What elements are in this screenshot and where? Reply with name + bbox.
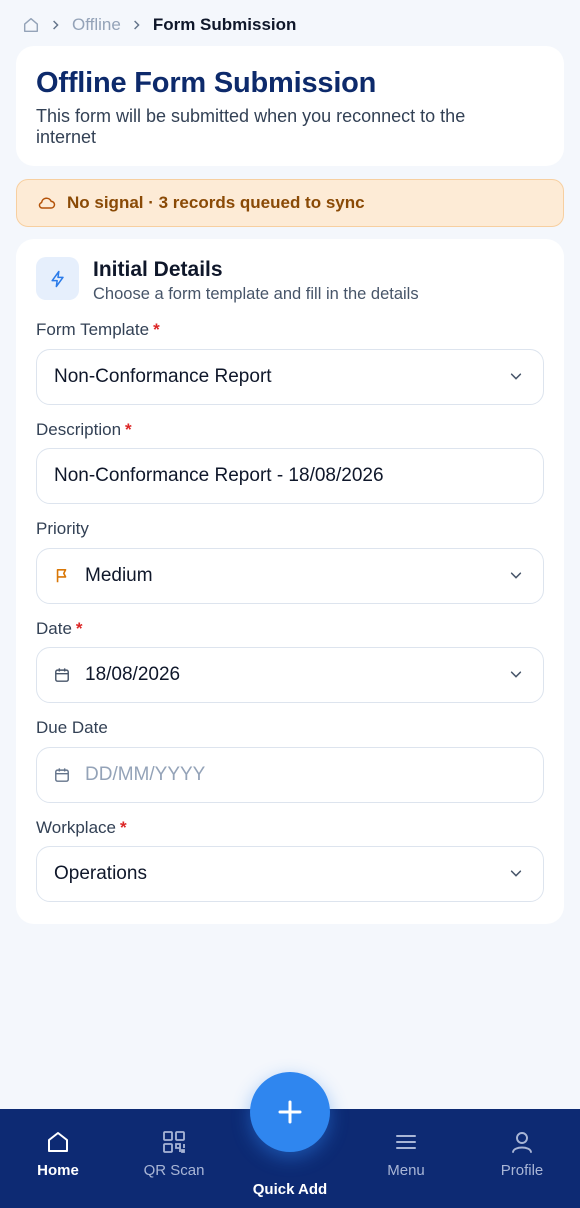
priority-select[interactable]: Medium — [36, 548, 544, 604]
nav-home[interactable]: Home — [3, 1109, 113, 1208]
calendar-icon — [54, 767, 71, 784]
page-subtitle: This form will be submitted when you rec… — [36, 106, 466, 147]
header-card: Offline Form Submission This form will b… — [16, 46, 564, 166]
due-date-picker[interactable]: DD/MM/YYYY — [36, 747, 544, 803]
breadcrumb: Offline Form Submission — [22, 14, 296, 36]
sync-status-text: No signal · 3 records queued to sync — [67, 193, 365, 212]
date-picker[interactable]: 18/08/2026 — [36, 647, 544, 703]
section-subtitle: Choose a form template and fill in the d… — [93, 285, 419, 303]
lightning-icon — [36, 257, 79, 300]
sync-status-banner: No signal · 3 records queued to sync — [16, 179, 564, 227]
workplace-label: Workplace * — [36, 818, 127, 837]
nav-menu[interactable]: Menu — [351, 1109, 461, 1208]
date-label: Date * — [36, 619, 83, 638]
form-template-value: Non-Conformance Report — [54, 366, 272, 387]
priority-label: Priority — [36, 519, 89, 538]
priority-value: Medium — [85, 565, 153, 586]
page-title: Offline Form Submission — [36, 67, 377, 99]
nav-qr-scan[interactable]: QR Scan — [119, 1109, 229, 1208]
breadcrumb-item-current: Form Submission — [152, 15, 297, 34]
plus-icon — [275, 1097, 305, 1127]
quick-add-label: Quick Add — [252, 1181, 328, 1198]
menu-icon — [393, 1129, 419, 1155]
qr-code-icon — [161, 1129, 187, 1155]
chevron-down-icon — [509, 667, 525, 683]
due-date-label: Due Date — [36, 718, 108, 737]
chevron-down-icon — [509, 568, 525, 584]
description-label: Description * — [36, 420, 132, 439]
quick-add-button[interactable] — [250, 1072, 330, 1152]
description-value: Non-Conformance Report - 18/08/2026 — [54, 465, 384, 486]
chevron-down-icon — [509, 866, 525, 882]
required-marker: * — [125, 420, 132, 439]
nav-home-label: Home — [37, 1162, 79, 1179]
chevron-right-icon — [133, 19, 141, 31]
form-card: Initial Details Choose a form template a… — [16, 239, 564, 924]
calendar-icon — [54, 667, 71, 684]
home-icon[interactable] — [22, 16, 40, 34]
required-marker: * — [75, 619, 83, 638]
nav-profile-label: Profile — [500, 1162, 544, 1179]
cloud-off-icon — [37, 193, 57, 213]
breadcrumb-item-offline[interactable]: Offline — [72, 15, 121, 35]
workplace-value: Operations — [54, 863, 147, 884]
required-marker: * — [120, 818, 127, 837]
workplace-select[interactable]: Operations — [36, 846, 544, 902]
nav-menu-label: Menu — [387, 1162, 425, 1179]
required-marker: * — [153, 320, 160, 339]
due-date-placeholder: DD/MM/YYYY — [85, 764, 206, 785]
flag-icon — [54, 568, 71, 585]
chevron-down-icon — [509, 369, 525, 385]
nav-profile[interactable]: Profile — [467, 1109, 577, 1208]
form-template-label: Form Template * — [36, 320, 160, 339]
description-input[interactable]: Non-Conformance Report - 18/08/2026 — [36, 448, 544, 504]
nav-qr-scan-label: QR Scan — [143, 1162, 205, 1179]
section-header: Initial Details Choose a form template a… — [36, 257, 419, 304]
section-title: Initial Details — [93, 258, 223, 281]
chevron-right-icon — [52, 19, 60, 31]
user-icon — [509, 1129, 535, 1155]
form-template-select[interactable]: Non-Conformance Report — [36, 349, 544, 405]
date-value: 18/08/2026 — [85, 664, 181, 685]
home-icon — [45, 1129, 71, 1155]
